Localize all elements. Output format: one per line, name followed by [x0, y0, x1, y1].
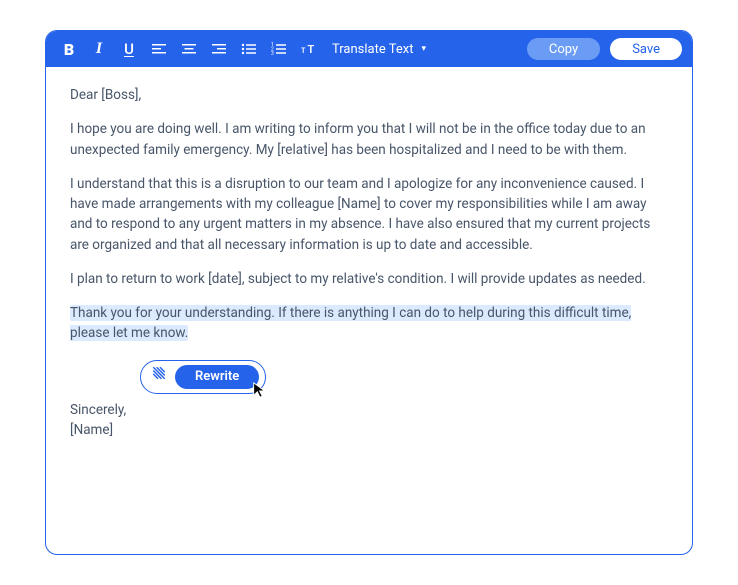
numbered-list-icon: 123	[271, 41, 287, 57]
italic-icon: I	[96, 40, 102, 58]
rewrite-popover: Rewrite	[140, 360, 266, 394]
italic-button[interactable]: I	[86, 36, 112, 62]
numbered-list-button[interactable]: 123	[266, 36, 292, 62]
editor-window: B I U 123 TT Translate Text ▾	[45, 30, 693, 555]
save-button[interactable]: Save	[610, 38, 682, 60]
align-right-icon	[211, 41, 227, 57]
ai-logo-icon	[151, 365, 167, 387]
rewrite-label: Rewrite	[195, 367, 239, 387]
email-paragraph: I plan to return to work [date], subject…	[70, 269, 668, 289]
align-center-button[interactable]	[176, 36, 202, 62]
email-signoff: Sincerely,	[70, 402, 126, 418]
text-size-button[interactable]: TT	[296, 36, 322, 62]
translate-label: Translate Text	[332, 42, 413, 57]
text-size-icon: TT	[301, 41, 317, 57]
email-paragraph: I understand that this is a disruption t…	[70, 174, 668, 255]
svg-text:T: T	[301, 46, 306, 55]
bullet-list-icon	[241, 41, 257, 57]
align-center-icon	[181, 41, 197, 57]
email-signature-name: [Name]	[70, 422, 113, 438]
underline-icon: U	[124, 40, 134, 58]
selected-text[interactable]: Thank you for your understanding. If the…	[70, 305, 631, 341]
email-body: Dear [Boss], I hope you are doing well. …	[70, 85, 668, 440]
copy-label: Copy	[549, 42, 578, 57]
email-paragraph: I hope you are doing well. I am writing …	[70, 119, 668, 160]
chevron-down-icon: ▾	[421, 44, 426, 54]
save-label: Save	[632, 42, 660, 57]
bullet-list-button[interactable]	[236, 36, 262, 62]
align-right-button[interactable]	[206, 36, 232, 62]
email-paragraph-highlighted: Thank you for your understanding. If the…	[70, 303, 668, 344]
bold-button[interactable]: B	[56, 36, 82, 62]
svg-text:T: T	[307, 43, 314, 56]
email-signature: Sincerely, [Name]	[70, 400, 668, 441]
svg-text:3: 3	[271, 51, 274, 57]
translate-dropdown[interactable]: Translate Text ▾	[332, 42, 426, 57]
underline-button[interactable]: U	[116, 36, 142, 62]
rewrite-button[interactable]: Rewrite	[175, 365, 259, 389]
bold-icon: B	[64, 40, 74, 59]
email-greeting: Dear [Boss],	[70, 85, 668, 105]
align-left-button[interactable]	[146, 36, 172, 62]
align-left-icon	[151, 41, 167, 57]
toolbar: B I U 123 TT Translate Text ▾	[46, 31, 692, 67]
copy-button[interactable]: Copy	[527, 38, 600, 60]
editor-content[interactable]: Dear [Boss], I hope you are doing well. …	[46, 67, 692, 554]
cursor-icon	[251, 381, 269, 399]
